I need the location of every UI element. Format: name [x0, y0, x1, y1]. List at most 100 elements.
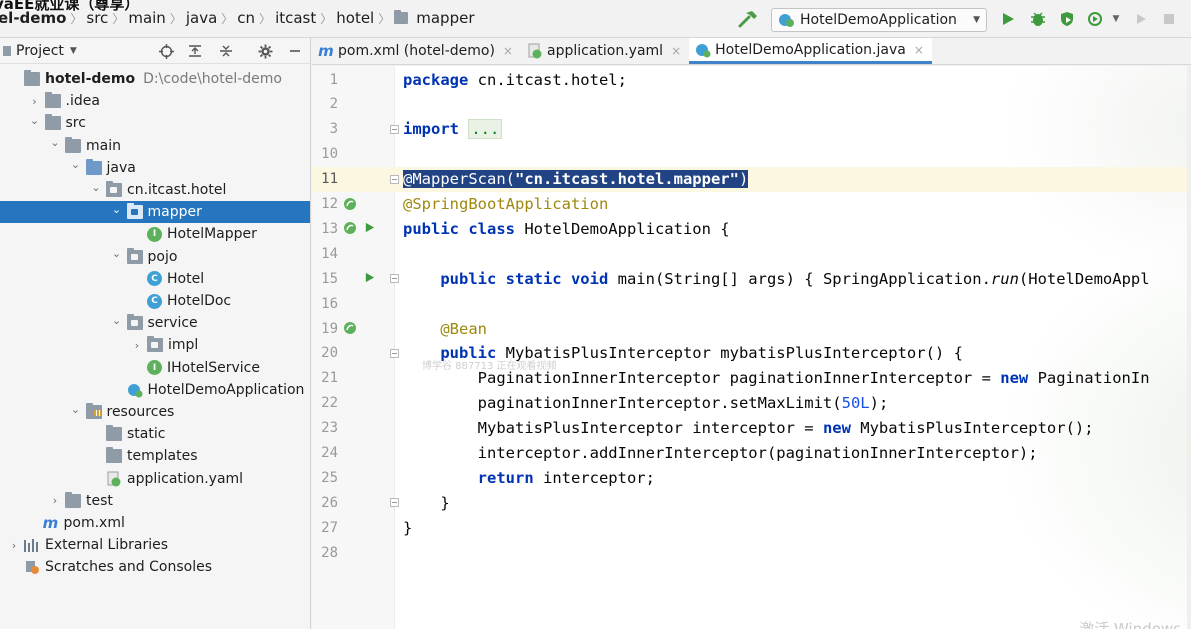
breadcrumb-item[interactable]: java — [182, 9, 221, 27]
tree-item-hotelmapper[interactable]: I HotelMapper — [0, 223, 310, 245]
project-panel-title[interactable]: Project — [16, 43, 64, 59]
chevron-right-icon[interactable]: › — [8, 539, 20, 552]
code-line[interactable]: 11 @MapperScan("cn.itcast.hotel.mapper") — [312, 166, 1191, 192]
chevron-down-icon[interactable]: ⌄ — [49, 136, 61, 149]
code-line[interactable]: 12 @SpringBootApplication — [312, 192, 1191, 217]
debug-icon[interactable] — [1029, 10, 1047, 28]
close-icon[interactable]: × — [914, 43, 924, 57]
tree-item-ihotelservice[interactable]: I IHotelService — [0, 357, 310, 379]
more-run-options-icon[interactable]: ▼ — [1107, 10, 1125, 28]
fold-marker-icon[interactable] — [390, 124, 399, 134]
fold-marker-icon[interactable] — [390, 498, 399, 508]
code-text: paginationInnerInterceptor.setMaxLimit(5… — [403, 394, 889, 413]
tree-item-service[interactable]: ⌄ service — [0, 312, 310, 334]
code-line[interactable]: 16 — [312, 291, 1191, 316]
code-line[interactable]: 13 public class HotelDemoApplication { — [312, 216, 1191, 241]
project-view-icon — [3, 45, 11, 56]
breadcrumb-item[interactable]: itcast — [271, 9, 320, 27]
code-line[interactable]: 15 public static void main(String[] args… — [312, 266, 1191, 291]
breadcrumb-item[interactable]: cn — [233, 9, 259, 27]
code-line[interactable]: 3 import ... — [312, 117, 1191, 142]
tab-pom-xml-hotel-demo[interactable]: m pom.xml (hotel-demo) × — [312, 38, 521, 64]
coverage-icon[interactable] — [1058, 10, 1076, 28]
spring-bean-icon[interactable] — [343, 197, 357, 211]
run-gutter-icon[interactable] — [364, 272, 375, 283]
code-line[interactable]: 1 package cn.itcast.hotel; — [312, 67, 1191, 92]
code-line[interactable]: 10 — [312, 142, 1191, 167]
folder-icon — [44, 114, 61, 131]
run-gutter-icon[interactable] — [364, 222, 375, 233]
code-line[interactable]: 23 MybatisPlusInterceptor interceptor = … — [312, 416, 1191, 441]
close-icon[interactable]: × — [503, 44, 513, 58]
code-line[interactable]: 24 interceptor.addInnerInterceptor(pagin… — [312, 441, 1191, 466]
tree-item-hoteldemoapplication[interactable]: HotelDemoApplication — [0, 379, 310, 401]
tree-item-static[interactable]: static — [0, 423, 310, 445]
tree-item-resources[interactable]: ⌄ resources — [0, 401, 310, 423]
rerun-icon[interactable] — [1132, 10, 1150, 28]
hammer-icon[interactable] — [737, 9, 759, 29]
chevron-down-icon[interactable]: ⌄ — [70, 158, 82, 171]
gear-icon[interactable] — [257, 43, 273, 59]
breadcrumb-item[interactable]: hotel — [332, 9, 378, 27]
close-icon[interactable]: × — [671, 44, 681, 58]
tree-item-cn-itcast-hotel[interactable]: ⌄ cn.itcast.hotel — [0, 179, 310, 201]
code-line[interactable]: 19 @Bean — [312, 316, 1191, 341]
code-editor[interactable]: 1 package cn.itcast.hotel; 2 3 import ... 10 1… — [312, 66, 1191, 629]
tree-item-java[interactable]: ⌄ java — [0, 157, 310, 179]
chevron-right-icon[interactable]: › — [29, 95, 41, 108]
code-line[interactable]: 2 — [312, 92, 1191, 117]
fold-marker-icon[interactable] — [390, 174, 399, 184]
tree-item-main[interactable]: ⌄ main — [0, 135, 310, 157]
chevron-down-icon[interactable]: ⌄ — [90, 181, 102, 194]
fold-marker-icon[interactable] — [390, 274, 399, 284]
tree-item-idea[interactable]: › .idea — [0, 90, 310, 112]
code-line[interactable]: 26 } — [312, 490, 1191, 515]
chevron-down-icon[interactable]: ▼ — [70, 46, 77, 56]
tree-item-hotel-demo[interactable]: hotel-demo D:\code\hotel-demo — [0, 68, 310, 90]
editor-scrollbar[interactable] — [1187, 66, 1191, 629]
chevron-right-icon[interactable]: › — [49, 494, 61, 507]
spring-bean-icon[interactable] — [343, 321, 357, 335]
minimize-icon[interactable] — [287, 43, 303, 59]
tree-item-mapper[interactable]: ⌄ mapper — [0, 201, 310, 224]
chevron-down-icon[interactable]: ⌄ — [111, 314, 123, 327]
chevron-right-icon[interactable]: › — [131, 339, 143, 352]
line-number: 13 — [321, 220, 338, 237]
run-icon[interactable] — [999, 10, 1017, 28]
tree-item-hoteldoc[interactable]: C HotelDoc — [0, 290, 310, 312]
tree-item-label: External Libraries — [45, 537, 168, 554]
tab-hoteldemoapplication-java[interactable]: HotelDemoApplication.java × — [689, 38, 932, 64]
tree-item-scratches-and-consoles[interactable]: Scratches and Consoles — [0, 556, 310, 578]
code-line[interactable]: 28 — [312, 540, 1191, 565]
tree-item-src[interactable]: ⌄ src — [0, 112, 310, 134]
code-line[interactable]: 22 paginationInnerInterceptor.setMaxLimi… — [312, 391, 1191, 416]
chevron-down-icon[interactable]: ⌄ — [111, 203, 123, 216]
chevron-down-icon[interactable]: ⌄ — [70, 403, 82, 416]
run-configuration-label: HotelDemoApplication — [800, 12, 957, 28]
tab-application-yaml[interactable]: application.yaml × — [521, 38, 689, 64]
project-panel-header: Project ▼ — [0, 38, 310, 64]
code-line[interactable]: 14 — [312, 241, 1191, 266]
line-number: 27 — [321, 519, 338, 536]
tree-item-templates[interactable]: templates — [0, 445, 310, 467]
chevron-down-icon[interactable]: ⌄ — [29, 114, 41, 127]
tree-item-test[interactable]: › test — [0, 490, 310, 512]
fold-marker-icon[interactable] — [390, 348, 399, 358]
spring-bean-icon[interactable] — [343, 221, 357, 235]
tree-item-hotel[interactable]: C Hotel — [0, 268, 310, 290]
tree-item-impl[interactable]: › impl — [0, 334, 310, 356]
tree-item-pojo[interactable]: ⌄ pojo — [0, 246, 310, 268]
tree-item-application-yaml[interactable]: application.yaml — [0, 468, 310, 490]
breadcrumb-item[interactable]: mapper — [412, 9, 478, 27]
stop-icon[interactable] — [1160, 10, 1178, 28]
code-line[interactable]: 25 return interceptor; — [312, 465, 1191, 490]
chevron-down-icon[interactable]: ⌄ — [111, 247, 123, 260]
locate-icon[interactable] — [158, 43, 174, 59]
profile-icon[interactable] — [1086, 10, 1104, 28]
run-configuration-select[interactable]: HotelDemoApplication ▼ — [771, 8, 987, 32]
collapse-all-icon[interactable] — [218, 43, 234, 59]
tree-item-external-libraries[interactable]: › External Libraries — [0, 534, 310, 556]
code-line[interactable]: 27} — [312, 515, 1191, 540]
expand-all-icon[interactable] — [187, 43, 203, 59]
tree-item-pom-xml[interactable]: m pom.xml — [0, 512, 310, 534]
